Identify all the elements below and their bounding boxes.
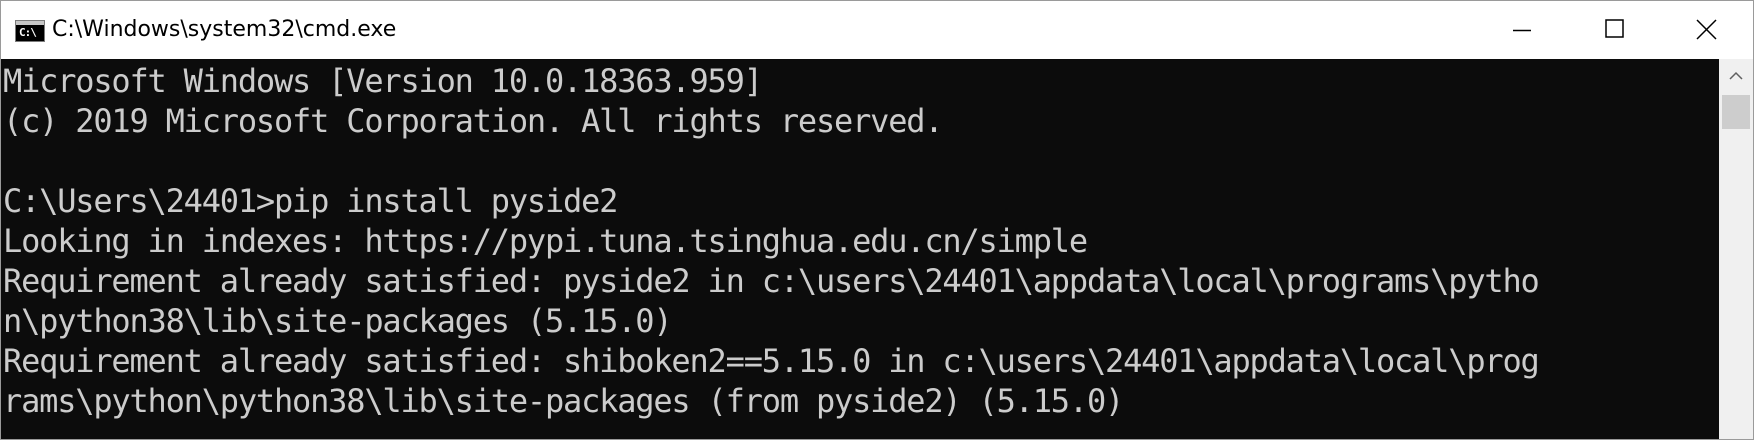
vertical-scrollbar[interactable]	[1719, 59, 1753, 439]
close-button[interactable]	[1660, 1, 1752, 59]
minimize-button[interactable]	[1476, 1, 1568, 59]
scroll-up-arrow-icon	[1729, 71, 1743, 80]
close-icon	[1696, 19, 1717, 40]
console-icon-label: C:\	[19, 26, 37, 39]
title-bar[interactable]: C:\ C:\Windows\system32\cmd.exe	[1, 1, 1753, 59]
console-line: Requirement already satisfied: pyside2 i…	[3, 262, 1540, 300]
console-line: rams\python\python38\lib\site-packages (…	[3, 382, 1124, 420]
console-icon[interactable]: C:\	[15, 20, 45, 42]
console-line: Looking in indexes: https://pypi.tuna.ts…	[3, 222, 1088, 260]
maximize-icon	[1605, 19, 1624, 38]
console-output[interactable]: Microsoft Windows [Version 10.0.18363.95…	[1, 59, 1719, 439]
console-line: Microsoft Windows [Version 10.0.18363.95…	[3, 62, 763, 100]
scrollbar-thumb[interactable]	[1722, 95, 1750, 129]
maximize-button[interactable]	[1568, 1, 1660, 59]
console-line: Requirement already satisfied: shiboken2…	[3, 342, 1540, 380]
window-title: C:\Windows\system32\cmd.exe	[52, 17, 397, 42]
console-line: n\python38\lib\site-packages (5.15.0)	[3, 302, 673, 340]
cmd-window: C:\ C:\Windows\system32\cmd.exe Microsof…	[0, 0, 1754, 440]
minimize-icon	[1513, 29, 1531, 32]
console-line: C:\Users\24401>pip install pyside2	[3, 182, 618, 220]
console-icon-bar	[16, 21, 44, 25]
scroll-up-button[interactable]	[1719, 59, 1753, 93]
console-line: (c) 2019 Microsoft Corporation. All righ…	[3, 102, 944, 140]
